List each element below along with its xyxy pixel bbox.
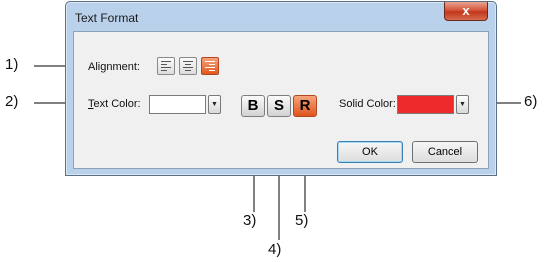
callout-3: 3) [243, 212, 257, 229]
dialog-body: Alignment: Text Color: ▼ B S R Solid Col… [73, 31, 489, 169]
callout-4: 4) [268, 241, 282, 258]
align-left-button[interactable] [157, 57, 175, 75]
callout-2: 2) [5, 93, 19, 110]
align-right-button[interactable] [201, 57, 219, 75]
dialog-title: Text Format [75, 11, 139, 25]
shadow-button[interactable]: S [267, 95, 291, 117]
close-button[interactable]: x [444, 2, 488, 21]
text-color-swatch[interactable] [149, 95, 206, 114]
callout-1: 1) [5, 56, 19, 73]
align-center-button[interactable] [179, 57, 197, 75]
text-format-dialog: Text Format x Alignment: Text Color: ▼ B… [65, 1, 497, 176]
chevron-down-icon: ▼ [459, 101, 466, 108]
text-color-label: Text Color: [88, 98, 141, 110]
raised-button[interactable]: R [293, 95, 317, 117]
solid-color-swatch[interactable] [397, 95, 454, 114]
title-bar: Text Format x [66, 2, 496, 32]
callout-6: 6) [524, 93, 538, 110]
solid-color-label: Solid Color: [339, 98, 396, 110]
close-icon: x [462, 3, 470, 18]
align-left-icon [161, 61, 171, 62]
chevron-down-icon: ▼ [211, 101, 218, 108]
align-center-icon [183, 61, 193, 62]
align-right-icon [205, 61, 215, 62]
alignment-label: Alignment: [88, 61, 140, 73]
solid-color-dropdown[interactable]: ▼ [456, 95, 469, 114]
ok-button[interactable]: OK [337, 141, 403, 163]
text-color-dropdown[interactable]: ▼ [208, 95, 221, 114]
cancel-button[interactable]: Cancel [412, 141, 478, 163]
callout-5: 5) [295, 212, 309, 229]
bold-button[interactable]: B [241, 95, 265, 117]
